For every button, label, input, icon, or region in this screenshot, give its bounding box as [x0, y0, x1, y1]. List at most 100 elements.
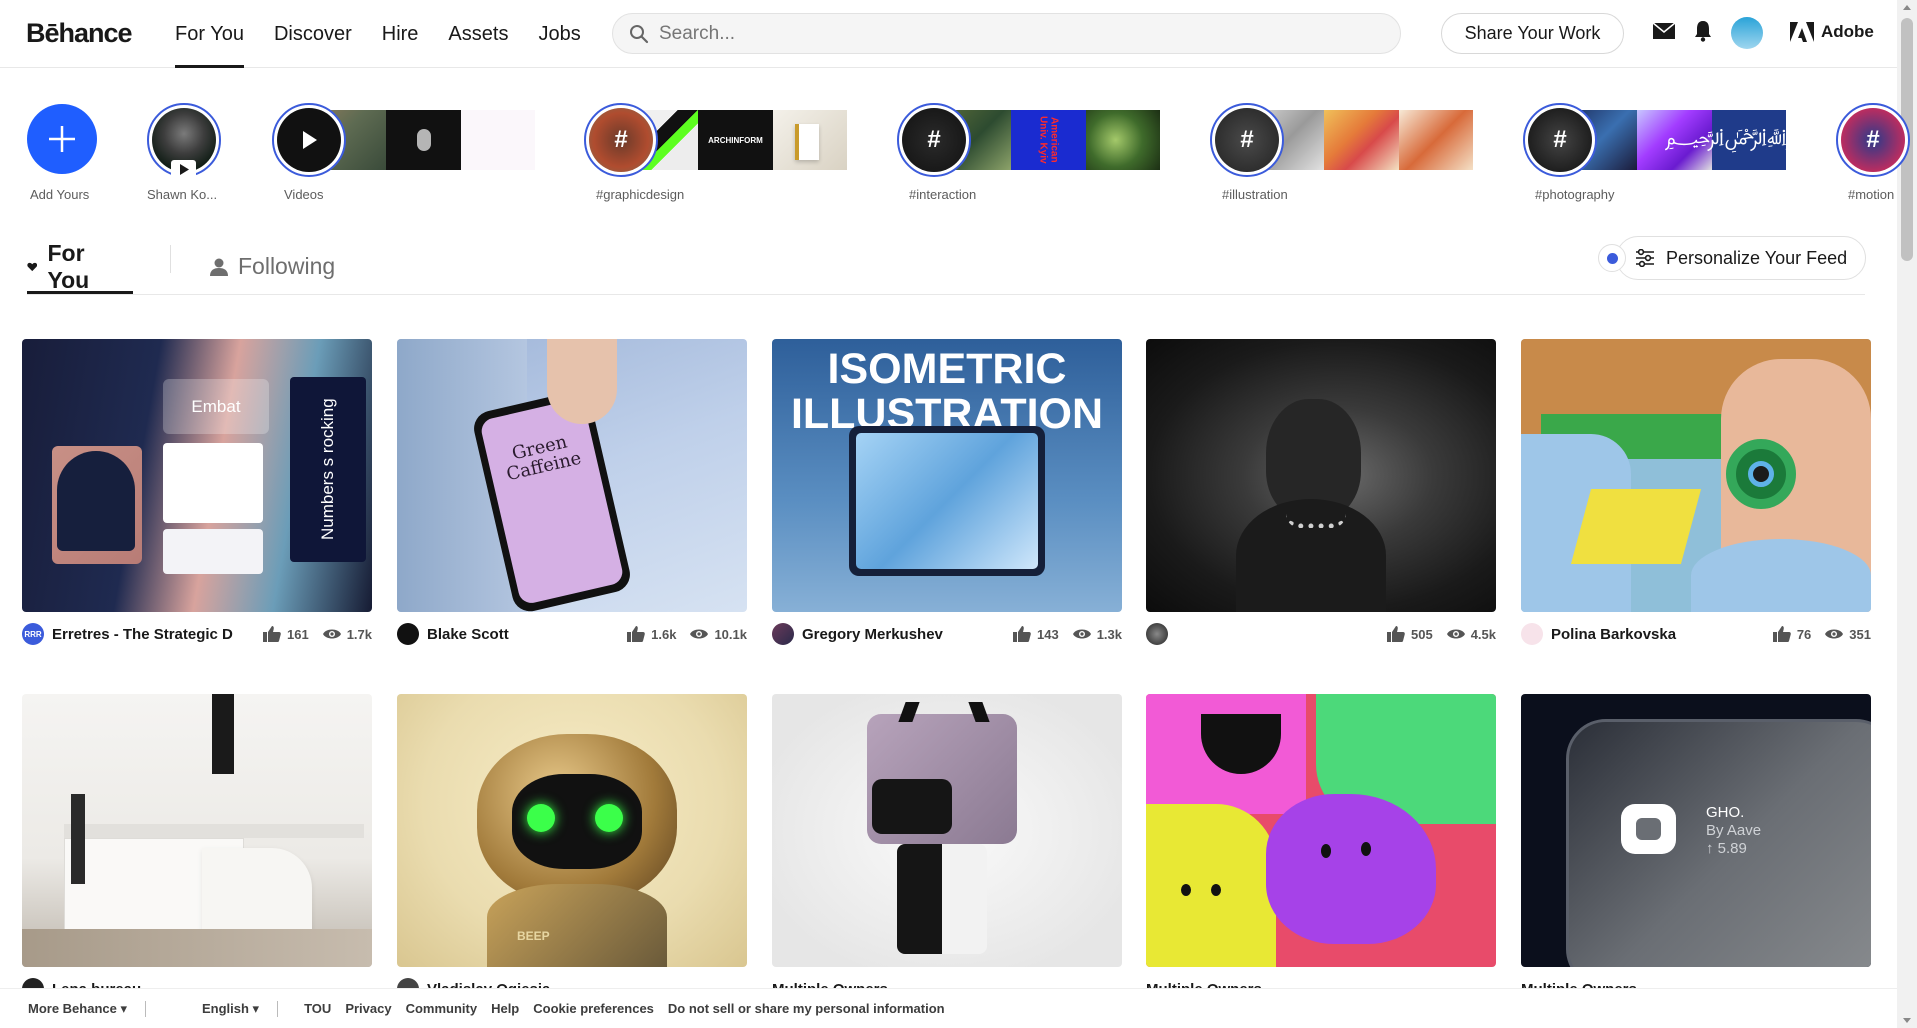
language-select[interactable]: English ▾ — [202, 1001, 259, 1017]
thumbs-up-icon — [1012, 626, 1031, 642]
plus-icon[interactable] — [27, 104, 97, 174]
story-label: #photography — [1535, 187, 1615, 202]
project-card[interactable]: BEEP Vladislav Ogiesia — [397, 694, 747, 1000]
beep-tag: BEEP — [517, 929, 550, 943]
eye-icon — [690, 629, 709, 639]
scroll-up-arrow[interactable] — [1903, 5, 1911, 10]
project-thumbnail[interactable]: Green Caffeine — [397, 339, 747, 612]
project-card[interactable]: Lena bureau — [22, 694, 372, 1000]
story-label: #graphicdesign — [596, 187, 685, 202]
nav-hire[interactable]: Hire — [367, 0, 434, 68]
share-your-work-button[interactable]: Share Your Work — [1441, 13, 1624, 54]
project-meta: 505 4.5k — [1146, 622, 1496, 646]
footer-link-community[interactable]: Community — [406, 1001, 478, 1016]
project-stats: 143 1.3k — [1003, 626, 1122, 642]
footer-link-tou[interactable]: TOU — [304, 1001, 331, 1016]
user-avatar[interactable] — [1731, 17, 1763, 49]
owner-avatar[interactable] — [1146, 623, 1168, 645]
project-card[interactable]: 505 4.5k — [1146, 339, 1496, 645]
story-label: #illustration — [1222, 187, 1288, 202]
tab-for-you-label: For You — [47, 239, 90, 293]
personalize-label: Personalize Your Feed — [1666, 247, 1848, 268]
bell-icon[interactable] — [1694, 20, 1712, 42]
views-count: 10.1k — [714, 626, 747, 642]
embat-tagline: Numbers s rocking — [290, 377, 366, 562]
project-thumbnail[interactable] — [1146, 694, 1496, 967]
search-bar[interactable] — [612, 13, 1401, 54]
views-count: 1.3k — [1096, 626, 1122, 642]
views-count: 1.7k — [346, 626, 372, 642]
project-card[interactable]: Embat Numbers s rocking RRR Erretres - T… — [22, 339, 372, 645]
footer-link-cookie-preferences[interactable]: Cookie preferences — [533, 1001, 654, 1016]
nav-for-you[interactable]: For You — [160, 0, 259, 68]
more-behance-menu[interactable]: More Behance ▾ — [28, 1001, 127, 1017]
project-meta: RRR Erretres - The Strategic D 161 1.7k — [22, 622, 372, 646]
project-meta: Blake Scott 1.6k 10.1k — [397, 622, 747, 646]
footer-link-do-not-sell[interactable]: Do not sell or share my personal informa… — [668, 1001, 945, 1016]
scroll-down-arrow[interactable] — [1903, 1018, 1911, 1023]
project-thumbnail[interactable]: Embat Numbers s rocking — [22, 339, 372, 612]
adobe-link[interactable]: Adobe — [1790, 22, 1874, 42]
main-nav: For You Discover Hire Assets Jobs — [160, 0, 596, 68]
views-count: 4.5k — [1470, 626, 1496, 642]
project-stats: 76 351 — [1763, 626, 1871, 642]
feed-status-dot[interactable] — [1598, 244, 1626, 272]
sliders-icon — [1636, 249, 1654, 267]
kyiv-thumb: American Univ. Kyiv — [1011, 110, 1086, 170]
archinform-thumb: ARCHINFORM — [698, 110, 773, 170]
likes-count: 161 — [286, 626, 309, 642]
project-card[interactable]: Polina Barkovska 76 351 — [1521, 339, 1871, 645]
story-label: #motion — [1848, 187, 1895, 202]
likes-count: 76 — [1796, 626, 1812, 642]
project-card[interactable]: Multiple Owners — [772, 694, 1122, 998]
top-navigation: Bēhance For You Discover Hire Assets Job… — [0, 0, 1897, 68]
nav-discover[interactable]: Discover — [259, 0, 367, 68]
project-meta: Polina Barkovska 76 351 — [1521, 622, 1871, 646]
gho-ticker: GHO. By Aave ↑ 5.89 — [1706, 804, 1762, 857]
heart-icon — [27, 262, 38, 271]
footer: More Behance ▾ English ▾ TOU Privacy Com… — [0, 988, 1897, 1028]
project-card[interactable]: Green Caffeine Blake Scott 1.6k 10.1k — [397, 339, 747, 645]
project-thumbnail[interactable] — [772, 694, 1122, 967]
owner-name[interactable]: Erretres - The Strategic D — [52, 626, 253, 643]
eye-icon — [1446, 629, 1465, 639]
person-icon — [210, 258, 228, 276]
eye-icon — [1825, 629, 1844, 639]
behance-logo[interactable]: Bēhance — [26, 18, 133, 49]
project-thumbnail[interactable]: BEEP — [397, 694, 747, 967]
tab-following[interactable]: Following — [209, 240, 335, 293]
owner-name[interactable]: Blake Scott — [427, 626, 617, 643]
project-stats: 505 4.5k — [1377, 626, 1496, 642]
project-thumbnail[interactable]: ISOMETRIC ILLUSTRATION — [772, 339, 1122, 612]
project-card[interactable]: ISOMETRIC ILLUSTRATION Gregory Merkushev… — [772, 339, 1122, 645]
owner-name[interactable]: Polina Barkovska — [1551, 626, 1763, 643]
owner-avatar[interactable] — [772, 623, 794, 645]
project-stats: 1.6k 10.1k — [617, 626, 747, 642]
project-thumbnail[interactable] — [1146, 339, 1496, 612]
tab-following-label: Following — [238, 253, 336, 279]
project-card[interactable]: GHO. By Aave ↑ 5.89 Multiple Owners — [1521, 694, 1871, 998]
tab-for-you[interactable]: For You — [27, 240, 97, 293]
project-thumbnail[interactable] — [22, 694, 372, 967]
project-meta: Gregory Merkushev 143 1.3k — [772, 622, 1122, 646]
personalize-feed-button[interactable]: Personalize Your Feed — [1616, 236, 1866, 280]
project-card[interactable]: Multiple Owners — [1146, 694, 1496, 998]
eye-icon — [322, 629, 341, 639]
play-icon — [303, 131, 317, 149]
owner-avatar[interactable]: RRR — [22, 623, 44, 645]
story-label: #interaction — [909, 187, 977, 202]
project-thumbnail[interactable]: GHO. By Aave ↑ 5.89 — [1521, 694, 1871, 967]
owner-avatar[interactable] — [1521, 623, 1543, 645]
thumbs-up-icon — [627, 626, 645, 642]
search-input[interactable] — [659, 22, 1359, 45]
footer-link-help[interactable]: Help — [491, 1001, 519, 1016]
mail-icon[interactable] — [1653, 23, 1675, 39]
owner-avatar[interactable] — [397, 623, 419, 645]
nav-jobs[interactable]: Jobs — [523, 0, 595, 68]
thumbs-up-icon — [1386, 626, 1405, 642]
owner-name[interactable]: Gregory Merkushev — [802, 626, 1003, 643]
story-label: Shawn Ko... — [147, 187, 218, 202]
nav-assets[interactable]: Assets — [433, 0, 523, 68]
footer-link-privacy[interactable]: Privacy — [345, 1001, 391, 1016]
project-thumbnail[interactable] — [1521, 339, 1871, 612]
